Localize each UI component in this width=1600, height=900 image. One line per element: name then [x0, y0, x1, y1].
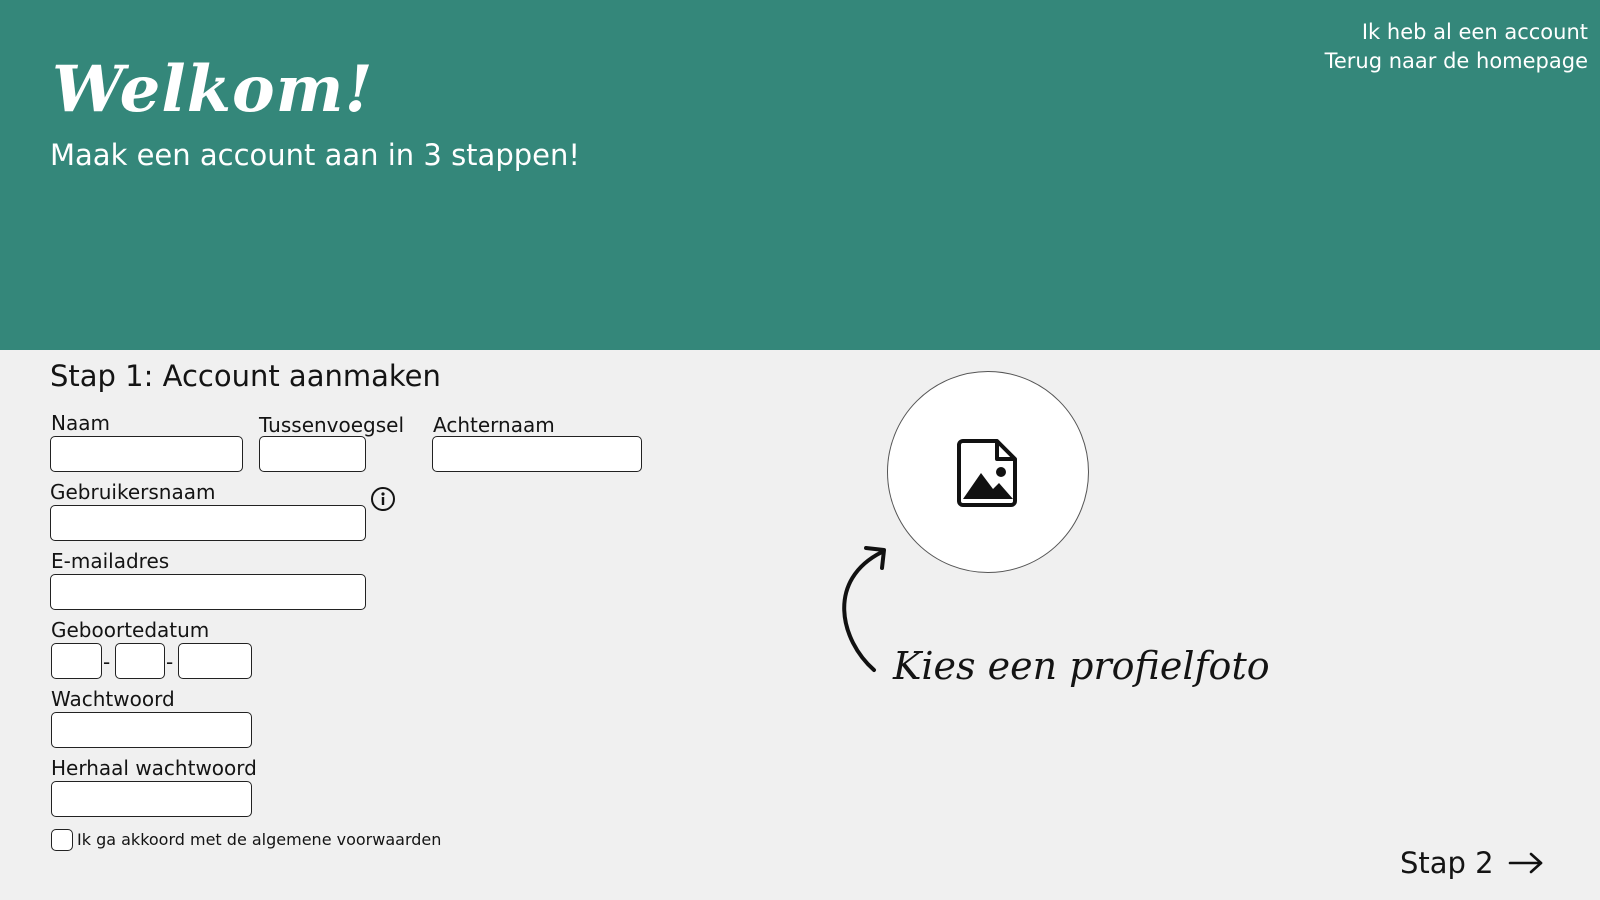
- first-name-field[interactable]: [50, 436, 243, 472]
- birth-year-field[interactable]: [178, 643, 252, 679]
- arrow-right-icon: [1508, 853, 1542, 874]
- email-label: E-mailadres: [51, 549, 170, 573]
- header-links: Ik heb al een account Terug naar de home…: [1325, 18, 1588, 76]
- step-title: Stap 1: Account aanmaken: [50, 359, 441, 393]
- welcome-title: Welkom!: [52, 52, 374, 127]
- header-subtitle: Maak een account aan in 3 stappen!: [50, 138, 580, 172]
- image-file-icon: [957, 439, 1017, 507]
- last-name-label: Achternaam: [433, 413, 555, 437]
- infix-label: Tussenvoegsel: [259, 413, 405, 437]
- last-name-field[interactable]: [432, 436, 642, 472]
- username-field[interactable]: [50, 505, 366, 541]
- date-separator: -: [166, 650, 174, 674]
- password-field[interactable]: [51, 712, 252, 748]
- login-link[interactable]: Ik heb al een account: [1325, 18, 1588, 47]
- infix-field[interactable]: [259, 436, 366, 472]
- birth-month-field[interactable]: [115, 643, 165, 679]
- date-separator: -: [103, 650, 111, 674]
- info-icon[interactable]: [370, 486, 396, 512]
- birth-day-field[interactable]: [51, 643, 102, 679]
- repeat-password-label: Herhaal wachtwoord: [51, 756, 257, 780]
- first-name-label: Naam: [51, 411, 110, 435]
- username-label: Gebruikersnaam: [50, 480, 216, 504]
- curved-arrow-icon: [842, 546, 886, 672]
- next-step-label: Stap 2: [1400, 846, 1494, 880]
- email-field[interactable]: [50, 574, 366, 610]
- terms-label: Ik ga akkoord met de algemene voorwaarde…: [77, 830, 442, 849]
- profile-photo-hint: Kies een profielfoto: [893, 644, 1270, 688]
- header-banner: Welkom! Maak een account aan in 3 stappe…: [0, 0, 1600, 350]
- birthdate-label: Geboortedatum: [51, 618, 210, 642]
- next-step-button[interactable]: Stap 2: [1400, 846, 1544, 881]
- terms-checkbox[interactable]: [51, 829, 73, 851]
- repeat-password-field[interactable]: [51, 781, 252, 817]
- profile-photo-picker[interactable]: [887, 371, 1089, 573]
- password-label: Wachtwoord: [51, 687, 175, 711]
- homepage-link[interactable]: Terug naar de homepage: [1325, 47, 1588, 76]
